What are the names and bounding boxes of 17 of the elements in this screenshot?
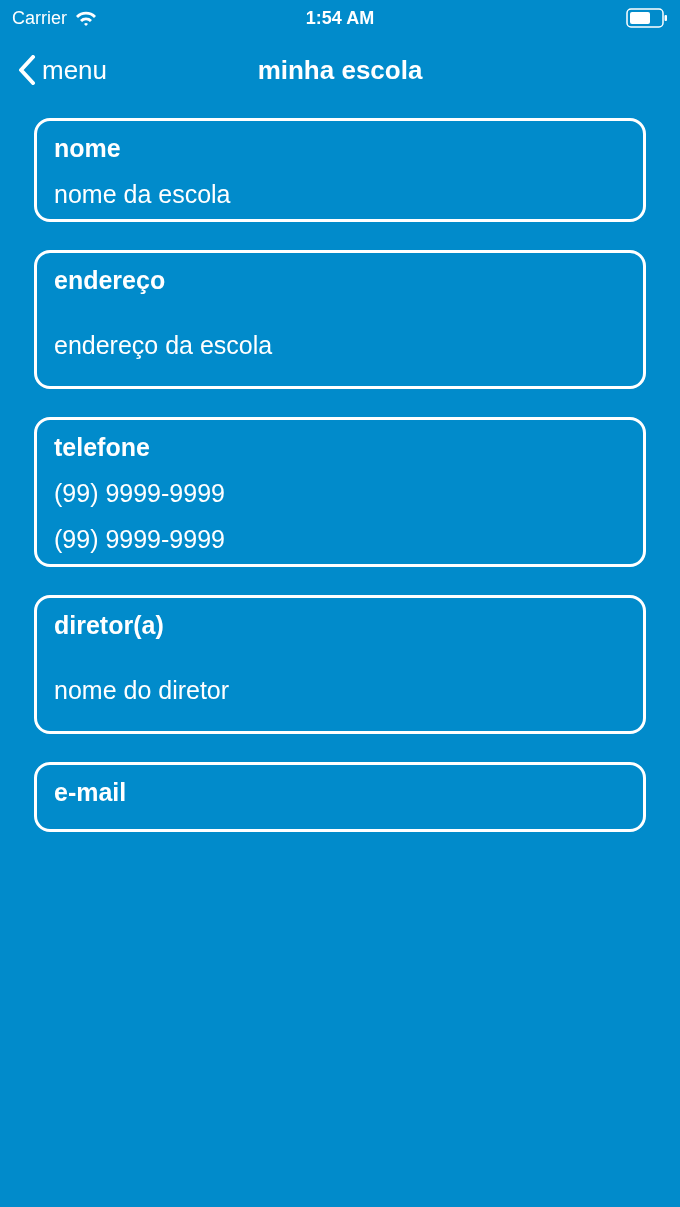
field-label: telefone	[54, 432, 151, 463]
back-button[interactable]: menu	[18, 54, 108, 86]
clock-time: 1:54 AM	[305, 7, 375, 29]
field-label: e-mail	[54, 777, 128, 808]
field-label: endereço	[54, 265, 167, 296]
field-value: endereço da escola	[54, 330, 274, 361]
field-value: nome do diretor	[54, 675, 231, 706]
field-value: (99) 9999-9999	[54, 478, 226, 509]
wifi-icon	[75, 10, 97, 26]
screen-title: minha escola	[257, 54, 423, 86]
chevron-left-icon	[18, 55, 36, 85]
field-label: diretor(a)	[54, 610, 165, 641]
field-label: nome	[54, 133, 122, 164]
carrier-name: Carrier	[12, 7, 67, 29]
field-value: (99) 9999-9999	[54, 524, 226, 555]
battery-icon	[626, 8, 668, 28]
field-value: nome da escola	[54, 179, 232, 210]
